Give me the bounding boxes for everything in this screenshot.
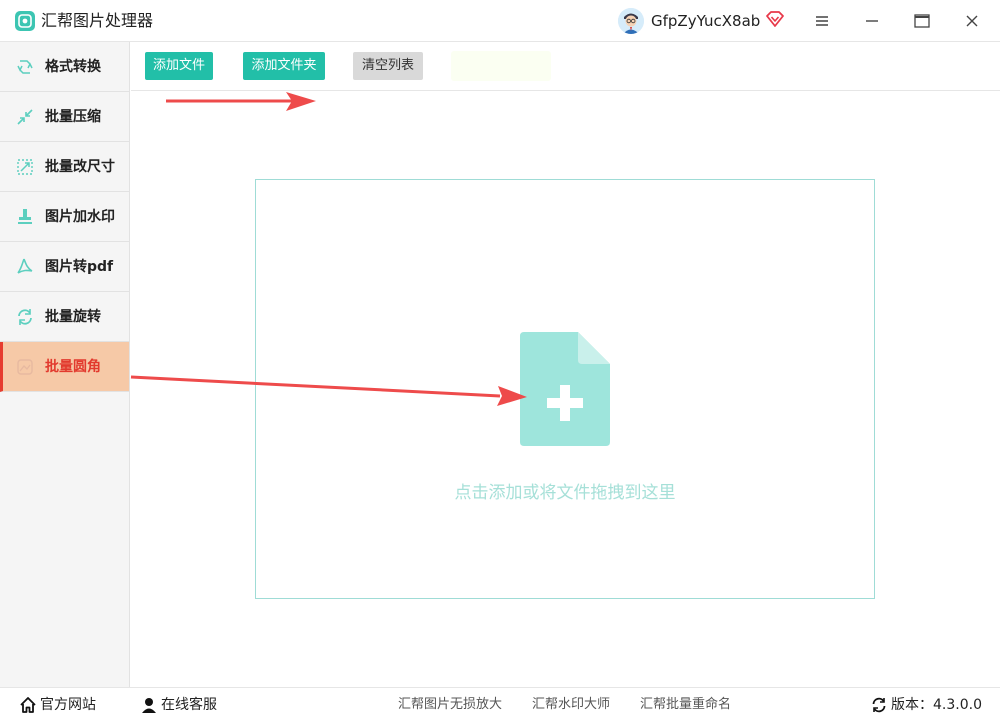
home-icon [20,697,36,713]
title-bar: 汇帮图片处理器 GfpZyYucX8ab [0,0,1000,42]
arrow-to-toolbar [166,92,316,111]
compress-icon [16,108,34,126]
resize-icon [16,158,34,176]
sidebar-item-compress[interactable]: 批量压缩 [0,92,129,142]
rotate-icon [16,308,34,326]
sidebar-item-label: 图片加水印 [45,209,115,225]
sidebar-item-label: 格式转换 [45,59,101,75]
sidebar-item-rounded-corner[interactable]: 批量圆角 [0,342,129,392]
sidebar-item-watermark[interactable]: 图片加水印 [0,192,129,242]
rounded-corner-icon [16,358,34,376]
toolbar-placeholder [451,51,551,81]
version-info[interactable]: 版本： 4.3.0.0 [871,696,982,714]
footer: 官方网站 在线客服 汇帮图片无损放大 汇帮水印大师 汇帮批量重命名 版本： 4.… [0,687,1000,720]
sidebar-item-label: 批量圆角 [45,359,101,375]
sidebar: 格式转换 批量压缩 批量改尺寸 图片加水印 图片转pdf 批量旋转 批量圆角 [0,42,130,687]
sidebar-item-label: 批量改尺寸 [45,159,115,175]
vip-diamond-icon[interactable] [765,10,785,28]
sidebar-item-label: 图片转pdf [45,259,114,275]
sidebar-item-resize[interactable]: 批量改尺寸 [0,142,129,192]
user-avatar[interactable] [618,8,644,34]
refresh-icon [872,697,886,713]
version-number: 4.3.0.0 [933,697,982,713]
footer-link-watermark-master[interactable]: 汇帮水印大师 [532,696,610,714]
maximize-icon[interactable] [912,11,932,31]
official-site-label: 官方网站 [40,697,96,713]
minimize-icon[interactable] [862,11,882,31]
username: GfpZyYucX8ab [651,12,761,30]
add-folder-button[interactable]: 添加文件夹 [243,52,325,80]
sidebar-item-format-convert[interactable]: 格式转换 [0,42,129,92]
footer-link-batch-rename[interactable]: 汇帮批量重命名 [640,696,731,714]
app-title: 汇帮图片处理器 [41,11,154,30]
drop-hint-text: 点击添加或将文件拖拽到这里 [454,483,676,503]
add-file-button[interactable]: 添加文件 [145,52,213,80]
add-file-icon[interactable] [520,332,610,446]
online-service-label: 在线客服 [161,697,217,713]
sidebar-item-label: 批量旋转 [45,309,101,325]
sidebar-item-label: 批量压缩 [45,109,101,125]
sidebar-item-rotate[interactable]: 批量旋转 [0,292,129,342]
version-label: 版本： [891,697,933,713]
file-drop-zone[interactable]: 点击添加或将文件拖拽到这里 [255,179,875,599]
watermark-icon [16,208,34,226]
app-logo-icon [15,11,35,31]
sidebar-item-to-pdf[interactable]: 图片转pdf [0,242,129,292]
official-site-link[interactable]: 官方网站 [20,696,96,714]
footer-link-lossless-upscale[interactable]: 汇帮图片无损放大 [398,696,502,714]
online-service-link[interactable]: 在线客服 [141,696,217,714]
customer-service-icon [142,698,156,713]
close-icon[interactable] [962,11,982,31]
clear-list-button[interactable]: 清空列表 [353,52,423,80]
toolbar: 添加文件 添加文件夹 清空列表 [131,42,1000,91]
pdf-icon [16,258,34,276]
format-convert-icon [16,58,34,76]
menu-icon[interactable] [812,11,832,31]
